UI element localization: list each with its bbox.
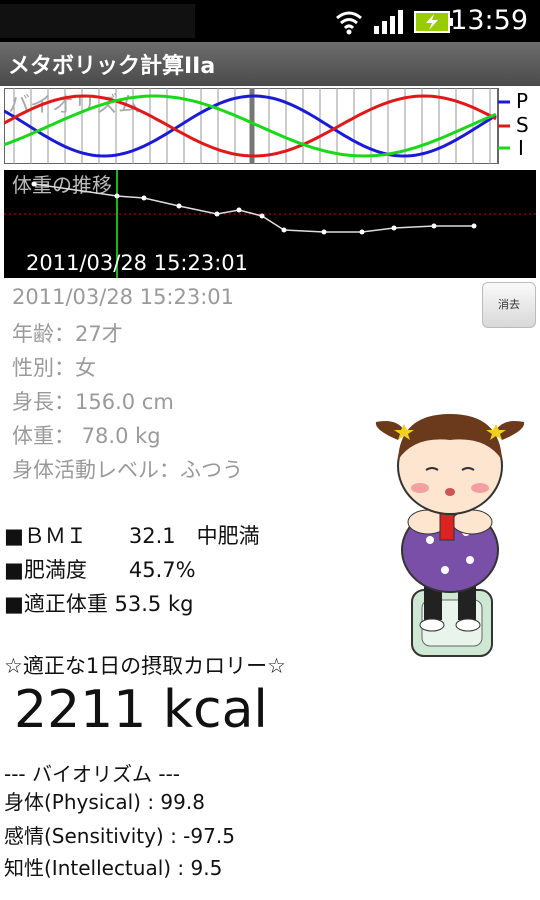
notification-area [0, 4, 195, 38]
legend-i: I [518, 136, 524, 160]
character-illustration [375, 414, 525, 657]
weight-point [321, 229, 327, 235]
weight-point [114, 193, 120, 199]
weight-point [214, 211, 220, 217]
weight-point [236, 207, 242, 213]
status-bar: 13:59 [0, 0, 540, 42]
app-title: メタボリック計算IIa [8, 54, 216, 79]
calorie-value: 2211 kcal [14, 680, 268, 740]
weight-point [359, 229, 365, 235]
sensitivity-value: 感情(Sensitivity) : -97.5 [4, 824, 235, 848]
weight-point [471, 223, 477, 229]
weight-point [391, 225, 397, 231]
weight-point [281, 227, 287, 233]
obesity-result: ■肥満度 45.7% [4, 558, 196, 582]
weight-point [176, 203, 182, 209]
activity-level: 身体活動レベル：ふつう [12, 458, 243, 482]
age: 年齢：27才 [12, 322, 123, 346]
weight-chart-timestamp: 2011/03/28 15:23:01 [26, 251, 248, 275]
record-datetime: 2011/03/28 15:23:01 [12, 285, 235, 309]
clock: 13:59 [450, 5, 528, 36]
calorie-heading: ☆適正な1日の摂取カロリー☆ [4, 654, 287, 678]
legend-p: P [516, 89, 528, 113]
height: 身長：156.0 cm [12, 390, 174, 414]
legend-s: S [516, 113, 529, 137]
weight-point [141, 195, 147, 201]
physical-value: 身体(Physical) : 99.8 [4, 790, 205, 814]
biorhythm-heading: --- バイオリズム --- [4, 762, 181, 786]
sex: 性別：女 [12, 356, 96, 380]
weight: 体重： 78.0 kg [12, 424, 161, 448]
biorhythm-chart: バイオリズム P S I [4, 88, 529, 164]
bmi-result: ■ＢＭＩ 32.1 中肥満 [4, 524, 260, 548]
app-titlebar: メタボリック計算IIa [0, 42, 540, 86]
signal-icon [374, 10, 403, 34]
battery-charging-icon [414, 11, 453, 33]
weight-trend-chart: 体重の推移 2011/03/28 15:23:01 [4, 170, 536, 278]
intellectual-value: 知性(Intellectual) : 9.5 [4, 856, 223, 880]
weight-point [431, 223, 437, 229]
ideal-weight-result: ■適正体重 53.5 kg [4, 592, 194, 616]
wifi-icon [336, 11, 362, 35]
delete-button[interactable]: 消去 [482, 282, 536, 328]
weight-point [31, 181, 37, 187]
weight-point [259, 213, 265, 219]
